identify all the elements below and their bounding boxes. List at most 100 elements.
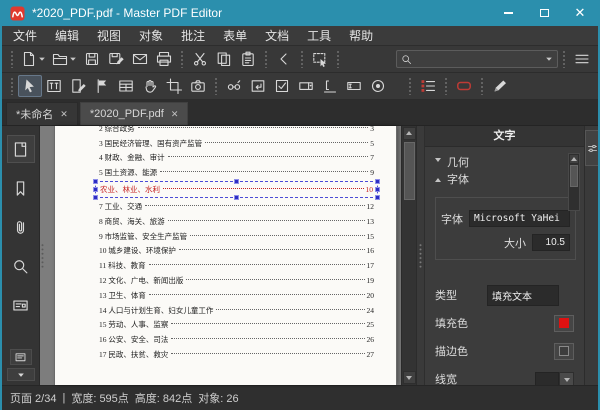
tree-item-几何[interactable]: 几何 — [435, 153, 562, 170]
sidebar-paperclip-button[interactable] — [7, 213, 35, 241]
maximize-button[interactable] — [526, 0, 562, 26]
toc-row[interactable]: 15 劳动、人事、监察 25 — [99, 318, 374, 333]
selection-handle[interactable] — [375, 195, 380, 201]
toolbar-drag-handle[interactable] — [10, 50, 14, 68]
text-field-button[interactable] — [342, 75, 366, 97]
minimize-button[interactable] — [490, 0, 526, 26]
tree-item-字体[interactable]: 字体 — [435, 170, 562, 187]
document-tab[interactable]: *未命名 ✕ — [6, 102, 78, 125]
toc-row[interactable]: 8 商贸、海关、旅游 13 — [99, 214, 374, 229]
camera-button[interactable] — [186, 75, 210, 97]
document-tab[interactable]: *2020_PDF.pdf ✕ — [79, 102, 189, 125]
line-width-dropdown-button[interactable] — [559, 371, 574, 385]
toc-row[interactable]: 11 科技、教育 17 — [99, 258, 374, 273]
sidebar-splitter-grip[interactable] — [41, 242, 44, 269]
save-as-button[interactable] — [104, 48, 128, 70]
search-dropdown-button[interactable] — [544, 50, 553, 68]
fill-color-button[interactable] — [554, 314, 574, 332]
toc-row[interactable]: 5 国土资源、能源 9 — [99, 165, 374, 180]
checkbox-button[interactable] — [270, 75, 294, 97]
select-cursor-button[interactable] — [18, 75, 42, 97]
menu-item[interactable]: 视图 — [88, 26, 130, 46]
selection-handle[interactable] — [375, 186, 380, 192]
selection-handle[interactable] — [375, 179, 380, 185]
toolbar-drag-handle[interactable] — [10, 77, 14, 95]
menu-item[interactable]: 工具 — [298, 26, 340, 46]
menu-item[interactable]: 编辑 — [46, 26, 88, 46]
menu-item[interactable]: 批注 — [172, 26, 214, 46]
menu-item[interactable]: 表单 — [214, 26, 256, 46]
menu-button[interactable] — [570, 48, 594, 70]
sidebar-form-field-button[interactable] — [7, 291, 35, 319]
scrollbar-thumb[interactable] — [403, 142, 415, 200]
panel-splitter[interactable] — [416, 126, 424, 385]
tab-close-icon[interactable]: ✕ — [60, 109, 68, 120]
line-width-field[interactable] — [535, 371, 559, 385]
toc-row[interactable]: 14 人口与计划生育、妇女儿童工作 24 — [99, 303, 374, 318]
toc-row[interactable]: 12 文化、广电、新闻出版 19 — [99, 273, 374, 288]
type-field[interactable]: 填充文本 — [487, 284, 559, 306]
red-list-button[interactable] — [416, 75, 440, 97]
sidebar-more-button[interactable] — [6, 368, 35, 381]
sidebar-search-button[interactable] — [7, 252, 35, 280]
toc-row[interactable]: 2 综合政务 3 — [99, 126, 374, 136]
email-button[interactable] — [128, 48, 152, 70]
toc-row[interactable]: 7 工业、交通 12 — [99, 199, 374, 214]
tree-scrollbar[interactable] — [568, 153, 580, 211]
properties-toggle-tab[interactable] — [584, 130, 598, 166]
pen-button[interactable] — [488, 75, 512, 97]
tree-scrollbar-thumb[interactable] — [570, 165, 578, 187]
selection-handle[interactable] — [93, 195, 98, 201]
selection-handle[interactable] — [233, 179, 239, 185]
toc-row[interactable]: 4 财政、金融、审计 7 — [99, 151, 374, 166]
font-size-field[interactable]: 10.5 — [532, 234, 570, 251]
form-table-button[interactable] — [114, 75, 138, 97]
sidebar-overflow-button[interactable] — [9, 349, 32, 365]
toc-row-selected[interactable]: 农业、林业、水利 10 — [93, 179, 380, 201]
new-document-button[interactable] — [18, 48, 49, 70]
hand-button[interactable] — [138, 75, 162, 97]
toc-row[interactable]: 10 城乡建设、环境保护 16 — [99, 244, 374, 259]
selection-handle[interactable] — [233, 195, 239, 201]
menu-item[interactable]: 文件 — [4, 26, 46, 46]
crop-button[interactable] — [162, 75, 186, 97]
font-name-field[interactable]: Microsoft YaHei — [469, 210, 570, 227]
signature-button[interactable] — [318, 75, 342, 97]
open-folder-button[interactable] — [49, 48, 80, 70]
toc-row[interactable]: 17 民政、扶贫、救灾 27 — [99, 347, 374, 362]
cut-button[interactable] — [188, 48, 212, 70]
toc-row[interactable]: 3 国民经济管理、国有资产监管 5 — [99, 136, 374, 151]
toc-row[interactable]: 13 卫生、体育 20 — [99, 288, 374, 303]
hyperlink-button[interactable] — [246, 75, 270, 97]
paste-button[interactable] — [236, 48, 260, 70]
pdf-page[interactable]: 2 综合政务 3 3 国民经济管理、国有资产监管 5 4 财政、金融、审计 7 5 国土资源… — [54, 126, 397, 385]
tab-close-icon[interactable]: ✕ — [171, 109, 179, 120]
print-button[interactable] — [152, 48, 176, 70]
link-button[interactable] — [222, 75, 246, 97]
snapshot-button[interactable] — [308, 48, 332, 70]
vertical-scrollbar[interactable] — [401, 126, 416, 385]
menu-item[interactable]: 文档 — [256, 26, 298, 46]
scroll-up-button[interactable] — [402, 127, 416, 140]
search-input[interactable] — [415, 52, 541, 66]
sidebar-page-thumbnails-button[interactable] — [6, 135, 35, 163]
toc-row[interactable]: 9 市场监管、安全生产监管 15 — [99, 229, 374, 244]
tree-scroll-up-button[interactable] — [569, 154, 579, 164]
copy-button[interactable] — [212, 48, 236, 70]
selection-handle[interactable] — [93, 179, 98, 185]
red-annotation-button[interactable] — [452, 75, 476, 97]
title-bar[interactable]: *2020_PDF.pdf - Master PDF Editor ✕ — [2, 0, 598, 26]
save-button[interactable] — [80, 48, 104, 70]
scroll-down-button[interactable] — [402, 371, 416, 384]
sidebar-bookmark-button[interactable] — [7, 174, 35, 202]
close-button[interactable]: ✕ — [562, 0, 598, 26]
back-button[interactable] — [272, 48, 296, 70]
toc-row[interactable]: 16 公安、安全、司法 26 — [99, 332, 374, 347]
flag-button[interactable] — [90, 75, 114, 97]
radio-button-button[interactable] — [366, 75, 390, 97]
stroke-color-button[interactable] — [554, 342, 574, 360]
menu-item[interactable]: 帮助 — [340, 26, 382, 46]
selection-box[interactable]: 农业、林业、水利 10 — [93, 179, 380, 201]
selection-handle[interactable] — [93, 186, 98, 192]
combobox-button[interactable] — [294, 75, 318, 97]
